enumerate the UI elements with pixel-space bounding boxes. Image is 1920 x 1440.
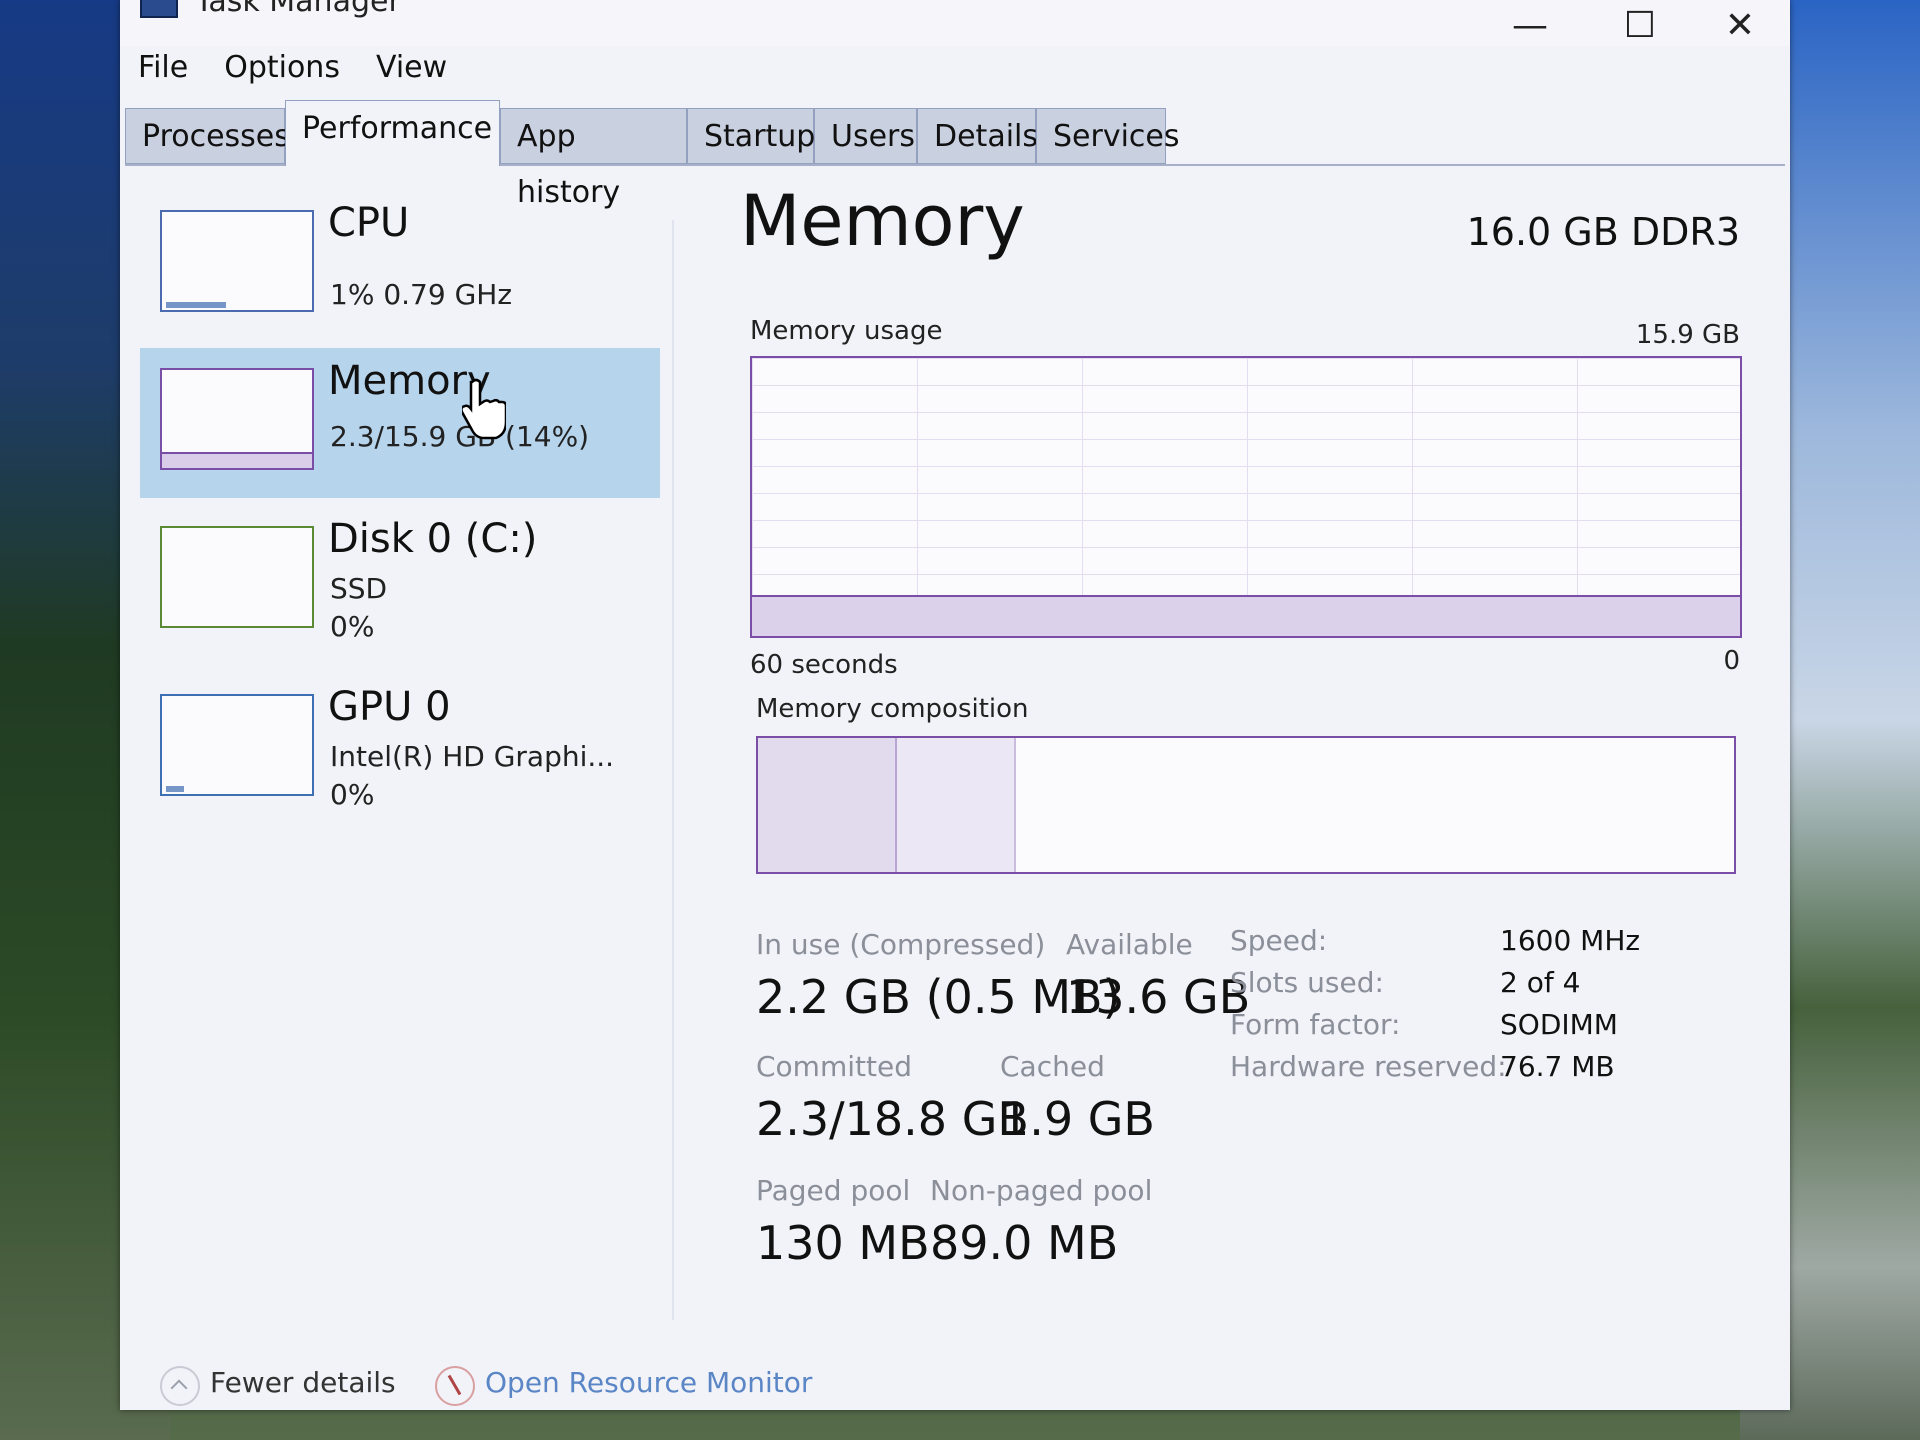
memory-usage-label: Memory usage	[750, 316, 943, 346]
nonpaged-pool-value: 89.0 MB	[930, 1216, 1119, 1270]
memory-mini-graph	[160, 368, 314, 470]
gpu-name: GPU 0	[328, 684, 451, 730]
cached-value: 1.9 GB	[1000, 1092, 1155, 1146]
memory-mini-fill	[162, 452, 312, 468]
tab-performance[interactable]: Performance	[285, 100, 500, 166]
tab-users[interactable]: Users	[814, 108, 917, 164]
in-use-label: In use (Compressed)	[756, 928, 1046, 961]
memory-usage-max: 15.9 GB	[1635, 320, 1740, 350]
gpu-sparkline	[166, 786, 184, 792]
tab-services[interactable]: Services	[1036, 108, 1180, 164]
menu-view[interactable]: View	[358, 46, 465, 90]
resource-disk[interactable]: Disk 0 (C:) SSD 0%	[140, 506, 660, 656]
memory-detail: 2.3/15.9 GB (14%)	[330, 420, 590, 453]
resource-cpu[interactable]: CPU 1% 0.79 GHz	[140, 190, 660, 340]
window-title: Task Manager	[195, 0, 401, 19]
tab-bar: Processes Performance App history Startu…	[125, 100, 1785, 210]
graph-time-right: 0	[1723, 646, 1740, 676]
form-factor-label: Form factor:	[1230, 1008, 1401, 1041]
cpu-name: CPU	[328, 200, 410, 246]
graph-time-left: 60 seconds	[750, 650, 898, 680]
menu-file[interactable]: File	[120, 46, 206, 90]
speed-label: Speed:	[1230, 924, 1328, 957]
memory-spec: 16.0 GB DDR3	[1466, 210, 1740, 254]
gpu-usage: 0%	[330, 778, 375, 811]
hand-pointer-cursor-icon	[462, 378, 506, 440]
memory-detail-pane: Memory 16.0 GB DDR3 Memory usage 15.9 GB…	[720, 170, 1770, 1320]
available-label: Available	[1066, 928, 1193, 961]
hardware-reserved-label: Hardware reserved:	[1230, 1050, 1507, 1083]
paged-pool-label: Paged pool	[756, 1174, 911, 1207]
chevron-up-icon[interactable]	[160, 1366, 200, 1406]
form-factor-value: SODIMM	[1500, 1008, 1618, 1041]
task-manager-window: Task Manager — ☐ ✕ File Options View Pro…	[120, 0, 1790, 1410]
memory-usage-graph	[750, 356, 1742, 638]
nonpaged-pool-label: Non-paged pool	[930, 1174, 1153, 1207]
footer-bar: Fewer details Open Resource Monitor	[160, 1362, 1060, 1408]
cached-label: Cached	[1000, 1050, 1105, 1083]
composition-standby[interactable]	[896, 738, 1016, 872]
memory-usage-fill	[752, 595, 1740, 636]
gpu-mini-graph	[160, 694, 314, 796]
disk-name: Disk 0 (C:)	[328, 516, 538, 562]
resource-monitor-icon[interactable]	[435, 1366, 475, 1406]
disk-type: SSD	[330, 572, 388, 605]
menu-options[interactable]: Options	[206, 46, 358, 90]
disk-usage: 0%	[330, 610, 375, 643]
close-button[interactable]: ✕	[1690, 0, 1790, 50]
gpu-model: Intel(R) HD Graphi...	[330, 740, 615, 773]
fewer-details-link[interactable]: Fewer details	[210, 1366, 396, 1399]
slots-label: Slots used:	[1230, 966, 1384, 999]
memory-composition-label: Memory composition	[756, 694, 1029, 724]
maximize-button[interactable]: ☐	[1590, 0, 1690, 50]
cpu-sparkline	[166, 302, 226, 308]
disk-mini-graph	[160, 526, 314, 628]
available-value: 13.6 GB	[1066, 970, 1251, 1024]
memory-composition-bar	[756, 736, 1736, 874]
page-title: Memory	[740, 180, 1025, 262]
tab-startup[interactable]: Startup	[687, 108, 815, 164]
title-bar[interactable]: Task Manager — ☐ ✕	[120, 0, 1790, 46]
task-manager-app-icon	[140, 0, 178, 18]
resource-gpu[interactable]: GPU 0 Intel(R) HD Graphi... 0%	[140, 674, 660, 824]
tab-details[interactable]: Details	[917, 108, 1038, 164]
cpu-detail: 1% 0.79 GHz	[330, 278, 513, 311]
menu-bar: File Options View	[120, 46, 465, 90]
resource-list: CPU 1% 0.79 GHz Memory 2.3/15.9 GB (14%)…	[120, 170, 680, 1320]
cpu-mini-graph	[160, 210, 314, 312]
paged-pool-value: 130 MB	[756, 1216, 930, 1270]
resource-memory[interactable]: Memory 2.3/15.9 GB (14%)	[140, 348, 660, 498]
hardware-reserved-value: 76.7 MB	[1500, 1050, 1615, 1083]
composition-in-use[interactable]	[758, 738, 897, 872]
tab-processes[interactable]: Processes	[125, 108, 290, 164]
pane-divider[interactable]	[672, 220, 674, 1320]
slots-value: 2 of 4	[1500, 966, 1581, 999]
committed-value: 2.3/18.8 GB	[756, 1092, 1029, 1146]
speed-value: 1600 MHz	[1500, 924, 1641, 957]
minimize-button[interactable]: —	[1480, 0, 1580, 50]
tab-app-history[interactable]: App history	[500, 108, 687, 210]
committed-label: Committed	[756, 1050, 912, 1083]
open-resource-monitor-link[interactable]: Open Resource Monitor	[485, 1366, 812, 1399]
